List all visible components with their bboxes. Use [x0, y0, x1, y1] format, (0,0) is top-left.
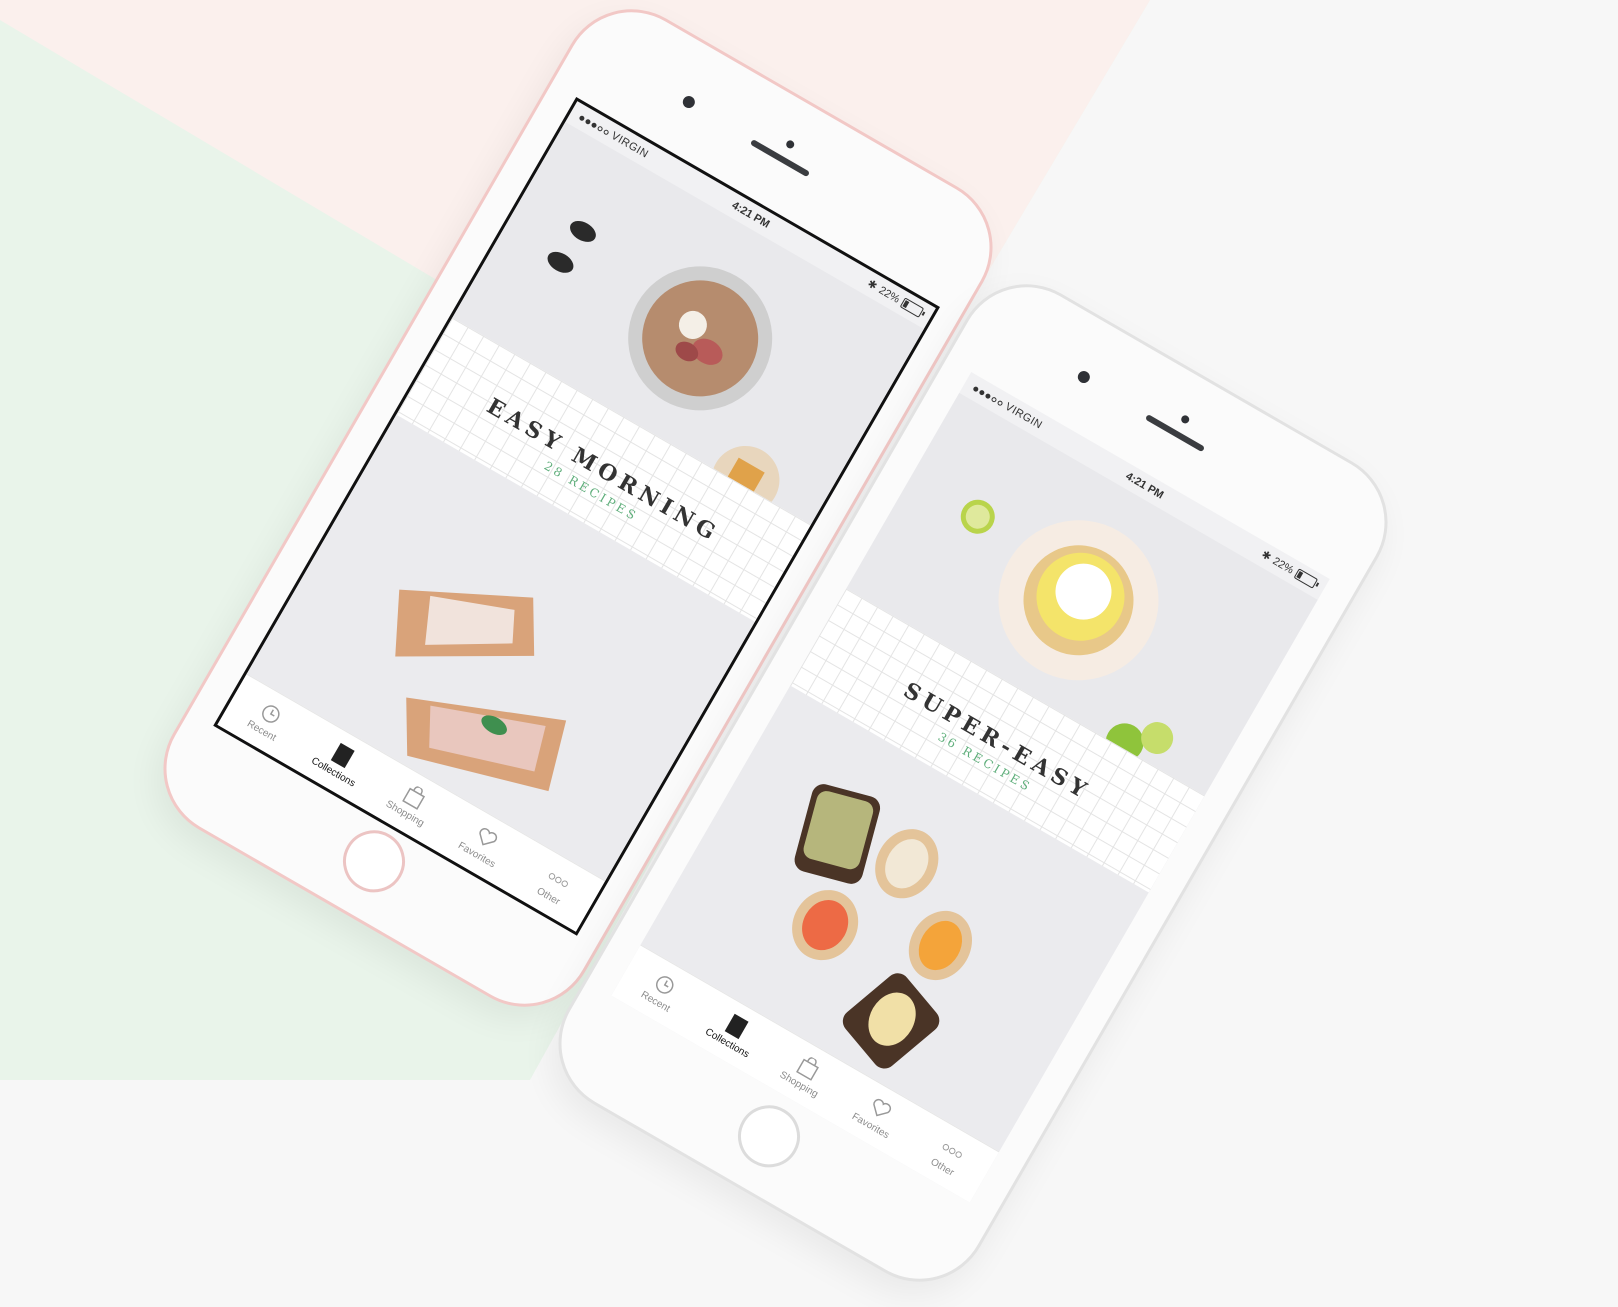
front-camera: [680, 93, 698, 111]
proximity-sensor: [784, 138, 796, 150]
proximity-sensor: [1179, 413, 1191, 425]
battery-percent: 22%: [1270, 554, 1296, 577]
battery-percent: 22%: [876, 283, 902, 306]
battery-icon: [899, 297, 925, 318]
earpiece-speaker: [1144, 414, 1206, 453]
front-camera: [1075, 368, 1093, 386]
battery-icon: [1293, 568, 1319, 589]
earpiece-speaker: [749, 139, 811, 178]
home-button[interactable]: [726, 1093, 812, 1179]
